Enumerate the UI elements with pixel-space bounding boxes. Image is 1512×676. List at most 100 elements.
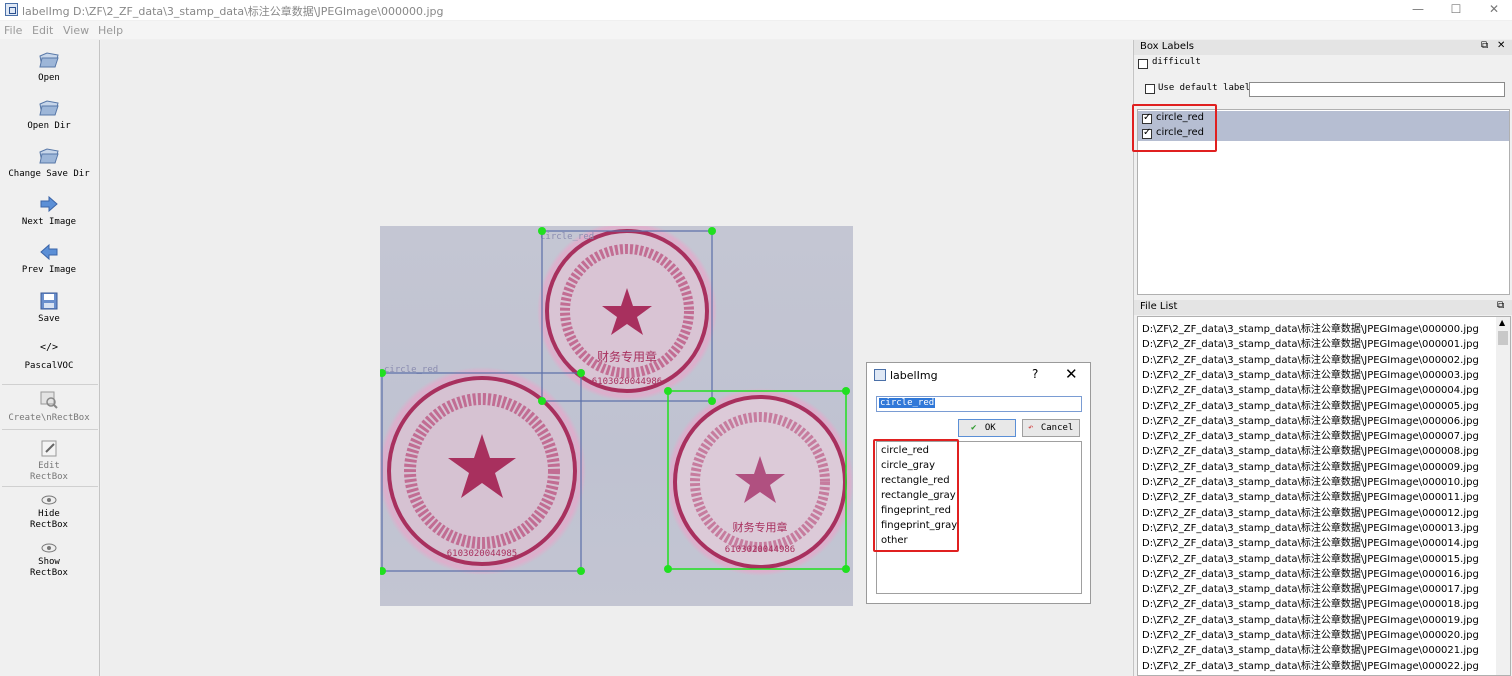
save-button[interactable]: Save — [0, 291, 98, 325]
use-default-label-text: Use default label — [1158, 83, 1251, 93]
file-list-item[interactable]: D:\ZF\2_ZF_data\3_stamp_data\标注公章数据\JPEG… — [1142, 672, 1479, 675]
edit-icon — [41, 440, 57, 457]
save-label: Save — [38, 314, 60, 324]
app-icon — [5, 3, 18, 16]
edit-rectbox-label-1: Edit — [38, 461, 60, 471]
stamp-photo[interactable]: 6103020044986 财务专用章 6103020044985 610302… — [378, 221, 854, 606]
dialog-close-button[interactable]: ✕ — [1065, 365, 1078, 383]
stamp-right-number: 6103020044986 — [725, 545, 795, 555]
app-icon — [874, 369, 886, 381]
file-list-item[interactable]: D:\ZF\2_ZF_data\3_stamp_data\标注公章数据\JPEG… — [1142, 335, 1479, 350]
edit-rectbox-button[interactable]: Edit RectBox — [0, 440, 98, 483]
float-icon[interactable]: ⧉ — [1497, 300, 1504, 311]
stamp-right: 6103020044986 财务专用章 — [666, 388, 854, 576]
menu-help[interactable]: Help — [98, 24, 123, 37]
difficult-checkbox[interactable] — [1138, 59, 1148, 69]
pascalvoc-label: PascalVOC — [24, 361, 74, 371]
cancel-button[interactable]: ↶ Cancel — [1022, 419, 1080, 437]
cancel-label: Cancel — [1040, 423, 1074, 433]
file-list[interactable]: D:\ZF\2_ZF_data\3_stamp_data\标注公章数据\JPEG… — [1137, 316, 1511, 676]
help-button[interactable]: ? — [1032, 367, 1038, 381]
stamp-image: 6103020044986 财务专用章 6103020044985 610302… — [378, 221, 854, 576]
create-rectbox-button[interactable]: Create\nRectBox — [0, 390, 98, 424]
title-bar: labelImg D:\ZF\2_ZF_data\3_stamp_data\标注… — [0, 0, 1512, 20]
hide-rectbox-label-2: RectBox — [30, 520, 68, 530]
file-list-item[interactable]: D:\ZF\2_ZF_data\3_stamp_data\标注公章数据\JPEG… — [1142, 550, 1479, 565]
change-save-dir-button[interactable]: Change Save Dir — [0, 146, 98, 180]
menu-file[interactable]: File — [4, 24, 22, 37]
scrollbar-thumb[interactable] — [1498, 331, 1508, 345]
file-list-item[interactable]: D:\ZF\2_ZF_data\3_stamp_data\标注公章数据\JPEG… — [1142, 412, 1479, 427]
file-list-item[interactable]: D:\ZF\2_ZF_data\3_stamp_data\标注公章数据\JPEG… — [1142, 595, 1479, 610]
left-toolbar: Open Open Dir Change Save Dir Next Image… — [0, 40, 100, 676]
pascalvoc-button[interactable]: </> PascalVOC — [0, 342, 98, 372]
eye-icon — [41, 495, 57, 505]
show-rectbox-label-1: Show — [38, 557, 60, 567]
stamp-top-text: 财务专用章 — [597, 349, 657, 364]
highlight-box — [1132, 104, 1217, 152]
file-list-title: File List — [1140, 301, 1178, 312]
show-rectbox-label-2: RectBox — [30, 568, 68, 578]
close-icon[interactable]: ✕ — [1497, 40, 1505, 51]
open-button[interactable]: Open — [0, 50, 98, 84]
show-rectbox-button[interactable]: Show RectBox — [0, 542, 98, 579]
close-window-button[interactable]: ✕ — [1474, 0, 1512, 20]
file-list-item[interactable]: D:\ZF\2_ZF_data\3_stamp_data\标注公章数据\JPEG… — [1142, 442, 1479, 457]
menu-edit[interactable]: Edit — [32, 24, 53, 37]
dialog-title-bar: labelImg ? ✕ — [867, 363, 1090, 387]
stamp-top-number: 6103020044986 — [592, 377, 662, 387]
create-box-icon — [40, 391, 58, 409]
menu-view[interactable]: View — [63, 24, 89, 37]
file-list-item[interactable]: D:\ZF\2_ZF_data\3_stamp_data\标注公章数据\JPEG… — [1142, 611, 1479, 626]
toolbar-divider — [2, 486, 98, 487]
file-list-item[interactable]: D:\ZF\2_ZF_data\3_stamp_data\标注公章数据\JPEG… — [1142, 458, 1479, 473]
file-list-item[interactable]: D:\ZF\2_ZF_data\3_stamp_data\标注公章数据\JPEG… — [1142, 580, 1479, 595]
next-image-button[interactable]: Next Image — [0, 194, 98, 228]
file-list-item[interactable]: D:\ZF\2_ZF_data\3_stamp_data\标注公章数据\JPEG… — [1142, 381, 1479, 396]
hide-rectbox-button[interactable]: Hide RectBox — [0, 494, 98, 531]
file-list-item[interactable]: D:\ZF\2_ZF_data\3_stamp_data\标注公章数据\JPEG… — [1142, 488, 1479, 503]
label-input[interactable]: circle_red — [876, 396, 1082, 412]
label-input-value: circle_red — [879, 398, 936, 408]
stamp-left-number: 6103020044985 — [447, 549, 517, 559]
stamp-right-text: 财务专用章 — [733, 520, 788, 534]
scroll-up-icon[interactable]: ▲ — [1499, 318, 1505, 327]
maximize-button[interactable]: ☐ — [1436, 0, 1476, 20]
menu-bar: File Edit View Help — [0, 21, 1512, 39]
file-list-item[interactable]: D:\ZF\2_ZF_data\3_stamp_data\标注公章数据\JPEG… — [1142, 397, 1479, 412]
file-list-item[interactable]: D:\ZF\2_ZF_data\3_stamp_data\标注公章数据\JPEG… — [1142, 641, 1479, 656]
folder-icon — [39, 100, 59, 116]
create-rectbox-label: Create\nRectBox — [8, 413, 90, 423]
scrollbar[interactable]: ▲ — [1496, 317, 1510, 675]
ok-button[interactable]: ✔ OK — [958, 419, 1016, 437]
file-list-item[interactable]: D:\ZF\2_ZF_data\3_stamp_data\标注公章数据\JPEG… — [1142, 626, 1479, 641]
file-list-item[interactable]: D:\ZF\2_ZF_data\3_stamp_data\标注公章数据\JPEG… — [1142, 504, 1479, 519]
minimize-button[interactable]: — — [1398, 0, 1438, 20]
eye-icon — [41, 543, 57, 553]
prev-image-button[interactable]: Prev Image — [0, 242, 98, 276]
file-list-item[interactable]: D:\ZF\2_ZF_data\3_stamp_data\标注公章数据\JPEG… — [1142, 351, 1479, 366]
highlight-box — [873, 439, 959, 552]
file-list-item[interactable]: D:\ZF\2_ZF_data\3_stamp_data\标注公章数据\JPEG… — [1142, 473, 1479, 488]
file-list-item[interactable]: D:\ZF\2_ZF_data\3_stamp_data\标注公章数据\JPEG… — [1142, 519, 1479, 534]
box-labels-title: Box Labels — [1140, 41, 1194, 52]
prev-image-label: Prev Image — [21, 265, 77, 275]
file-list-item[interactable]: D:\ZF\2_ZF_data\3_stamp_data\标注公章数据\JPEG… — [1142, 427, 1479, 442]
dialog-title: labelImg — [890, 369, 938, 382]
file-list-item[interactable]: D:\ZF\2_ZF_data\3_stamp_data\标注公章数据\JPEG… — [1142, 366, 1479, 381]
file-list-item[interactable]: D:\ZF\2_ZF_data\3_stamp_data\标注公章数据\JPEG… — [1142, 657, 1479, 672]
box-labels-header: Box Labels ⧉ ✕ — [1134, 40, 1512, 55]
file-list-item[interactable]: D:\ZF\2_ZF_data\3_stamp_data\标注公章数据\JPEG… — [1142, 320, 1479, 335]
undo-icon: ↶ — [1028, 423, 1034, 433]
window-title: labelImg D:\ZF\2_ZF_data\3_stamp_data\标注… — [22, 5, 444, 18]
file-list-item[interactable]: D:\ZF\2_ZF_data\3_stamp_data\标注公章数据\JPEG… — [1142, 565, 1479, 580]
open-dir-button[interactable]: Open Dir — [0, 98, 98, 132]
file-list-item[interactable]: D:\ZF\2_ZF_data\3_stamp_data\标注公章数据\JPEG… — [1142, 534, 1479, 549]
arrow-left-icon — [40, 243, 58, 261]
code-icon: </> — [39, 342, 59, 353]
float-icon[interactable]: ⧉ — [1481, 40, 1488, 51]
use-default-label-checkbox[interactable] — [1145, 84, 1155, 94]
stamp-left: 6103020044985 — [378, 367, 586, 575]
stamp-top: 6103020044986 财务专用章 — [537, 221, 717, 401]
default-label-input[interactable] — [1249, 82, 1505, 97]
